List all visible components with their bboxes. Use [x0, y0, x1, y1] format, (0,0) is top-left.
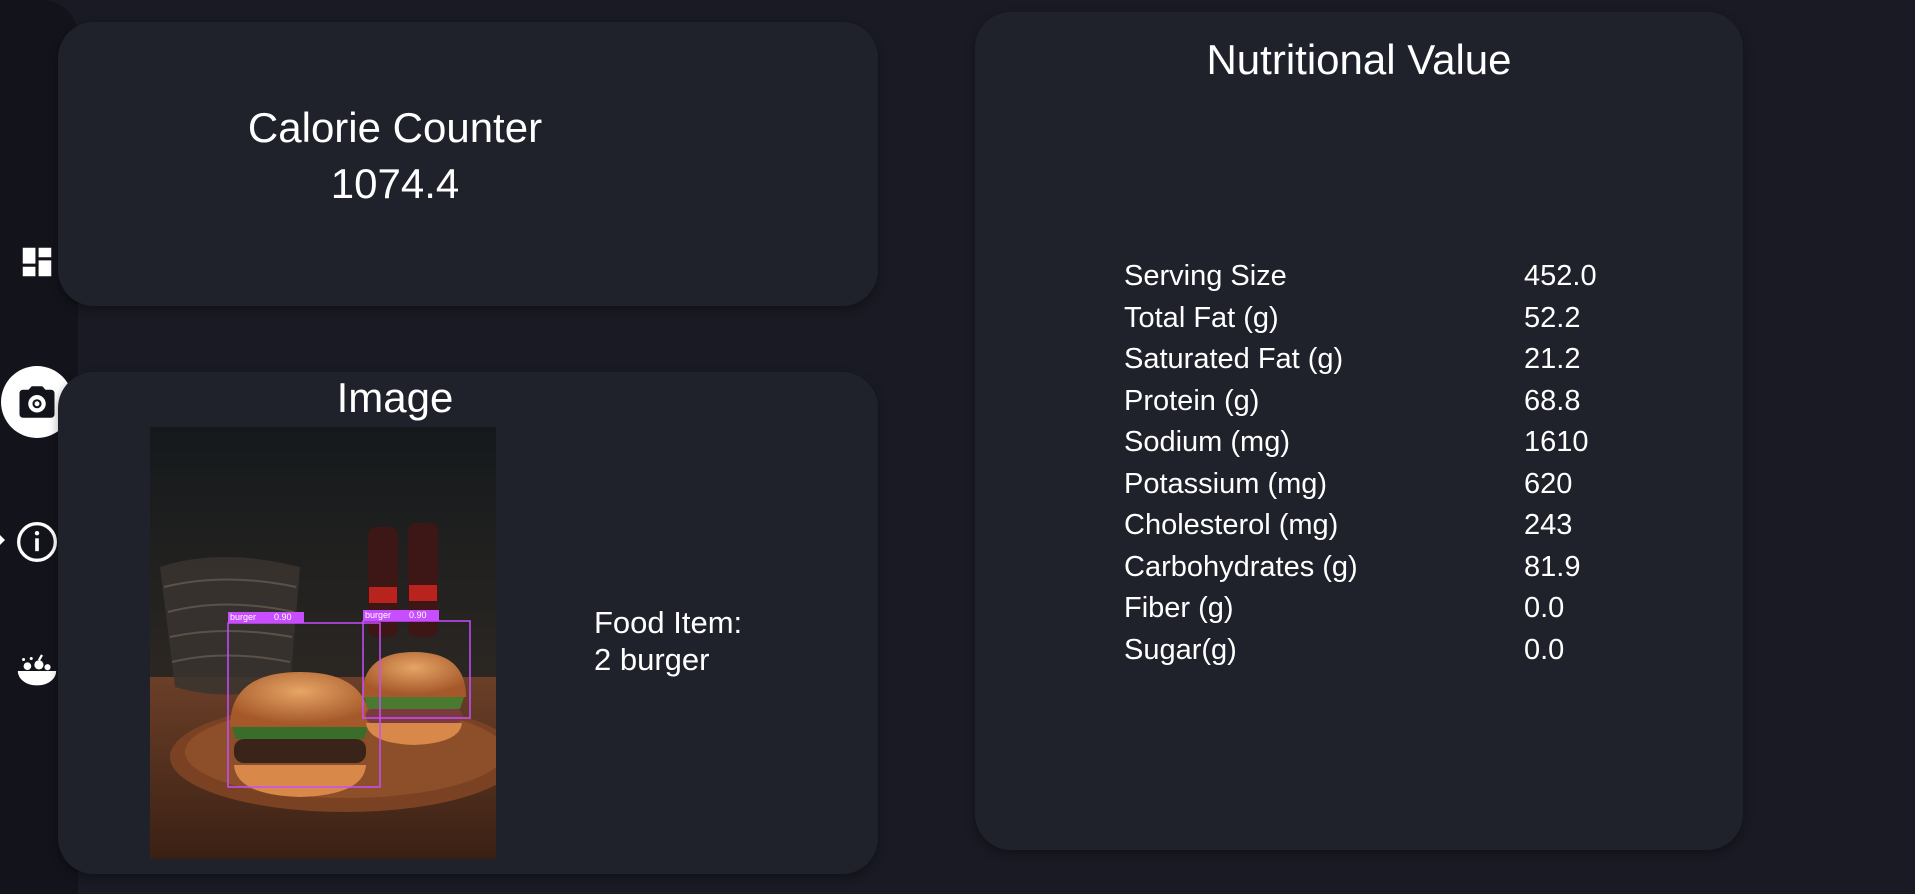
image-card-title: Image — [336, 374, 454, 421]
nutrition-row: Saturated Fat (g) 21.2 — [1124, 339, 1644, 381]
detection-score: 0.90 — [274, 612, 292, 622]
nutrition-value: 52.2 — [1524, 301, 1581, 334]
detection-photo: burger 0.90 burger 0.90 — [150, 427, 496, 859]
nutrition-row: Fiber (g) 0.0 — [1124, 588, 1644, 630]
nutrition-row: Sugar(g) 0.0 — [1124, 630, 1644, 672]
nutrition-row: Protein (g) 68.8 — [1124, 381, 1644, 423]
nutrition-value: 0.0 — [1524, 633, 1565, 666]
nutrition-value: 0.0 — [1524, 592, 1565, 625]
nutrition-label: Carbohydrates (g) — [1124, 550, 1358, 583]
fruit-bowl-icon — [17, 654, 57, 686]
nutrition-value: 81.9 — [1524, 550, 1581, 583]
dashboard-icon — [22, 247, 52, 277]
nutrition-value: 1610 — [1524, 426, 1589, 459]
nutrition-label: Serving Size — [1124, 260, 1287, 293]
nutrition-row: Cholesterol (mg) 243 — [1124, 505, 1644, 547]
nutrition-row: Serving Size 452.0 — [1124, 256, 1644, 298]
nutrition-label: Protein (g) — [1124, 384, 1260, 417]
nutrition-label: Sugar(g) — [1124, 633, 1237, 666]
nutritional-value-title: Nutritional Value — [1206, 36, 1512, 83]
nutrition-row: Potassium (mg) 620 — [1124, 464, 1644, 506]
nutrition-label: Sodium (mg) — [1124, 426, 1290, 459]
nutrition-row: Carbohydrates (g) 81.9 — [1124, 547, 1644, 589]
nutrition-table: Serving Size 452.0 Total Fat (g) 52.2 Sa… — [1124, 256, 1644, 671]
food-item-value: 2 burger — [594, 642, 710, 677]
calorie-counter-value: 1074.4 — [330, 160, 460, 207]
nutrition-value: 68.8 — [1524, 384, 1581, 417]
food-item-info: Food Item: 2 burger — [594, 604, 742, 678]
nutrition-value: 452.0 — [1524, 260, 1597, 293]
nutrition-label: Potassium (mg) — [1124, 467, 1328, 500]
nutrition-row: Total Fat (g) 52.2 — [1124, 298, 1644, 340]
detection-score: 0.90 — [409, 610, 427, 620]
nutrition-label: Total Fat (g) — [1124, 301, 1279, 334]
food-item-label: Food Item: — [594, 605, 743, 640]
detection-label: burger — [365, 610, 392, 620]
nutrition-label: Saturated Fat (g) — [1124, 343, 1344, 376]
nutrition-value: 21.2 — [1524, 343, 1581, 376]
nutrition-value: 243 — [1524, 509, 1573, 542]
info-icon — [17, 522, 57, 562]
nutrition-label: Fiber (g) — [1124, 592, 1234, 625]
calorie-counter-title: Calorie Counter — [247, 104, 543, 151]
nutrition-row: Sodium (mg) 1610 — [1124, 422, 1644, 464]
nutrition-value: 620 — [1524, 467, 1573, 500]
detection-label: burger — [230, 612, 257, 622]
nutrition-label: Cholesterol (mg) — [1124, 509, 1339, 542]
